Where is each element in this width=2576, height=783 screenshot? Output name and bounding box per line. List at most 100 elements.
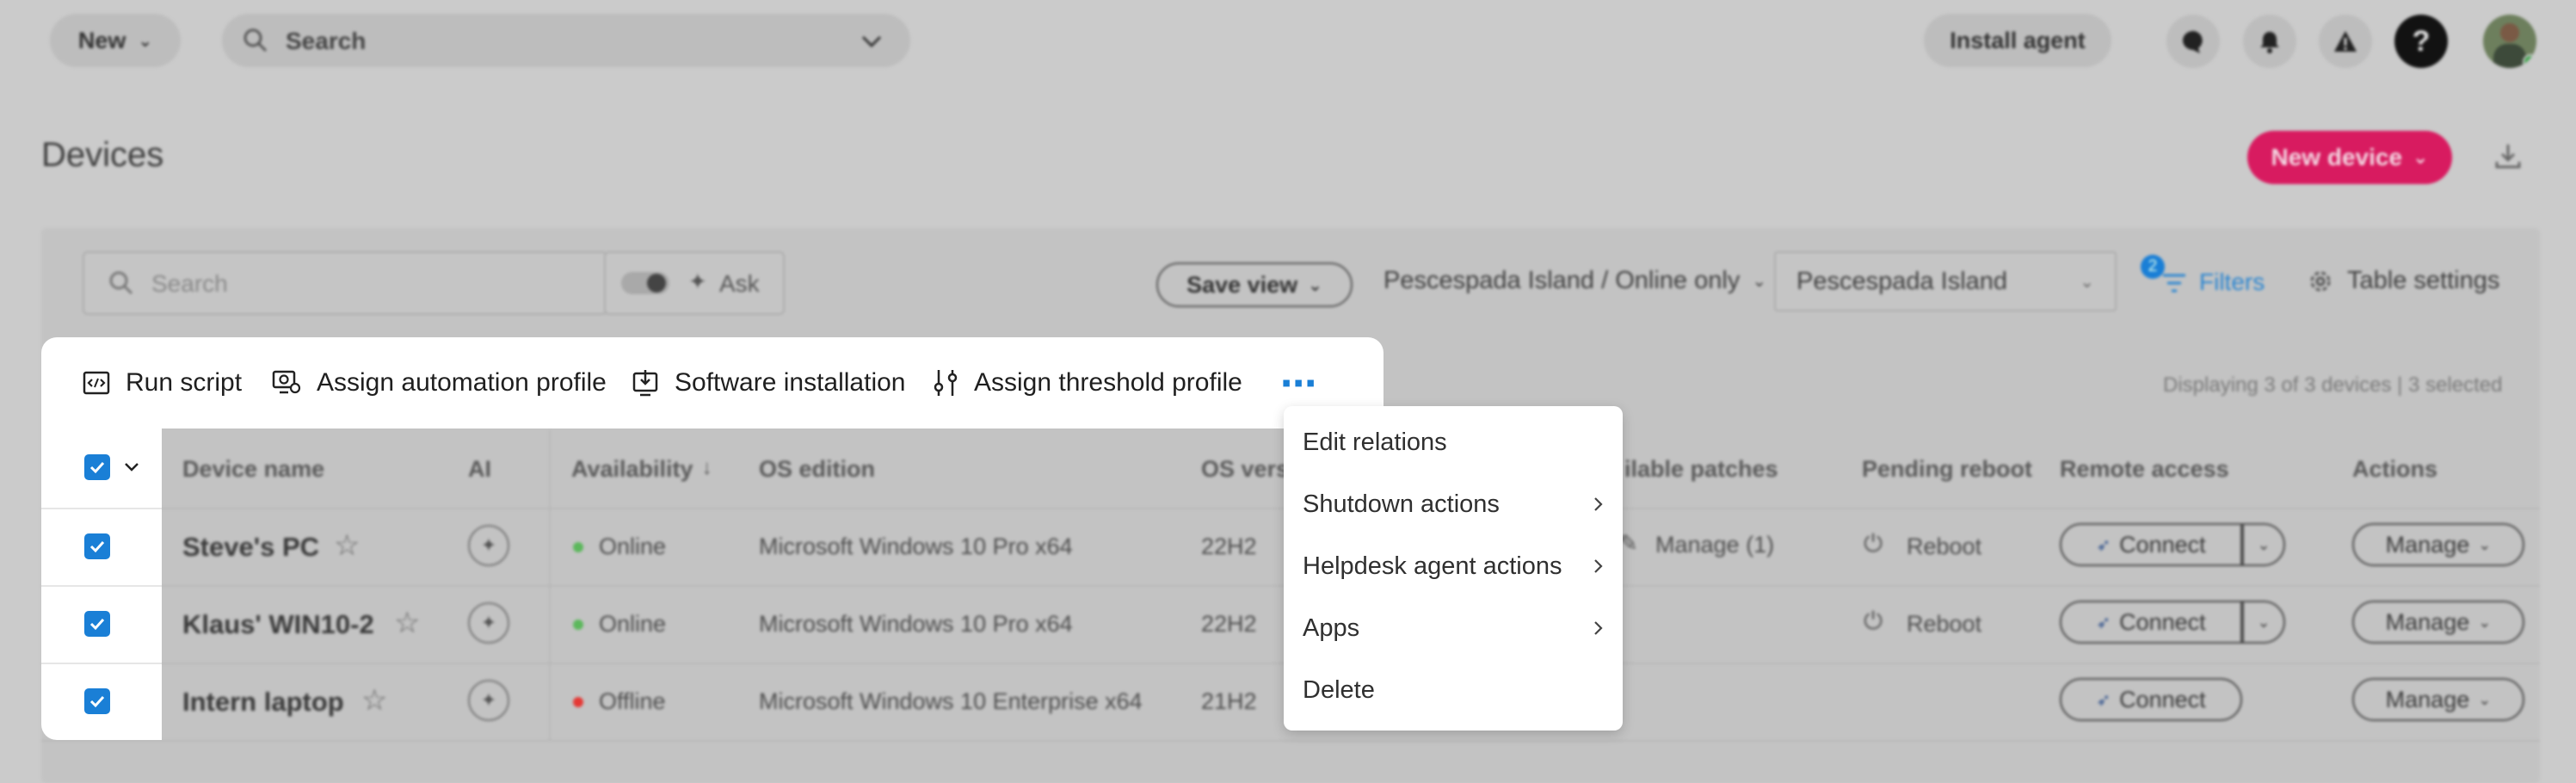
row-divider bbox=[41, 740, 2540, 742]
menu-item-edit-relations[interactable]: Edit relations bbox=[1303, 411, 1604, 473]
header-ai: AI bbox=[468, 456, 491, 482]
manage-label: Manage bbox=[2385, 608, 2470, 635]
table-search-placeholder: Search bbox=[151, 270, 228, 297]
chevron-down-icon: ⌄ bbox=[1752, 272, 1767, 291]
menu-item-shutdown-actions[interactable]: Shutdown actions bbox=[1303, 473, 1604, 535]
software-installation-button[interactable]: Software installation bbox=[632, 337, 905, 428]
status-text: Displaying 3 of 3 devices | 3 selected bbox=[2163, 373, 2503, 397]
ai-toggle[interactable] bbox=[621, 272, 669, 294]
online-status-dot bbox=[573, 620, 583, 630]
alert-icon[interactable] bbox=[2319, 15, 2372, 68]
assign-automation-profile-button[interactable]: Assign automation profile bbox=[272, 337, 607, 428]
header-os-version[interactable]: OS vers bbox=[1201, 456, 1289, 483]
download-icon[interactable] bbox=[2493, 141, 2523, 170]
table-settings-label: Table settings bbox=[2347, 267, 2500, 294]
os-version-value: 22H2 bbox=[1201, 533, 1257, 559]
star-icon[interactable]: ☆ bbox=[361, 683, 387, 718]
header-os-edition[interactable]: OS edition bbox=[759, 456, 875, 483]
new-device-label: New device bbox=[2271, 144, 2403, 170]
ask-box[interactable]: ✦ Ask bbox=[604, 251, 785, 315]
sort-down-icon: ↓ bbox=[701, 456, 712, 479]
install-agent-button[interactable]: Install agent bbox=[1924, 14, 2111, 67]
menu-item-label: Delete bbox=[1303, 675, 1375, 704]
patches-value[interactable]: Manage (1) bbox=[1655, 532, 1774, 558]
header-device-name[interactable]: Device name bbox=[182, 456, 324, 483]
connect-label: Connect bbox=[2119, 608, 2206, 635]
header-availability[interactable]: Availability ↓ bbox=[571, 456, 712, 483]
row-checkbox[interactable] bbox=[84, 611, 110, 637]
sparkle-icon: ✦ bbox=[688, 268, 707, 294]
connect-options-button[interactable]: ⌄ bbox=[2242, 601, 2285, 644]
chevron-down-icon: ⌄ bbox=[138, 31, 153, 51]
star-icon[interactable]: ☆ bbox=[394, 606, 420, 640]
chat-icon[interactable] bbox=[2166, 15, 2220, 68]
connect-button[interactable]: ➶ Connect bbox=[2060, 678, 2242, 721]
os-version-value: 21H2 bbox=[1201, 688, 1257, 714]
ai-sparkle-icon[interactable]: ✦ bbox=[468, 680, 509, 721]
header-available-patches[interactable]: ilable patches bbox=[1624, 456, 1778, 483]
connect-button[interactable]: ➶ Connect bbox=[2060, 601, 2242, 644]
header-pending-reboot[interactable]: Pending reboot bbox=[1862, 456, 2032, 483]
table-settings-button[interactable]: Table settings bbox=[2308, 267, 2499, 295]
new-device-button[interactable]: New device ⌄ bbox=[2247, 131, 2452, 184]
chevron-down-icon: ⌄ bbox=[2080, 272, 2094, 292]
chevron-down-icon[interactable] bbox=[124, 461, 139, 473]
assign-threshold-profile-button[interactable]: Assign threshold profile bbox=[933, 337, 1242, 428]
menu-item-apps[interactable]: Apps bbox=[1303, 597, 1604, 659]
menu-item-label: Helpdesk agent actions bbox=[1303, 552, 1562, 580]
online-status-dot bbox=[573, 542, 583, 552]
menu-item-label: Edit relations bbox=[1303, 428, 1447, 456]
header-availability-label: Availability bbox=[571, 456, 693, 482]
help-icon[interactable]: ? bbox=[2394, 15, 2448, 68]
select-all-checkbox[interactable] bbox=[84, 454, 110, 480]
ai-sparkle-icon[interactable]: ✦ bbox=[468, 602, 509, 644]
software-installation-label: Software installation bbox=[675, 368, 906, 397]
header-remote-access: Remote access bbox=[2060, 456, 2229, 482]
org-selector[interactable]: Pescespada Island ⌄ bbox=[1774, 251, 2117, 311]
manage-button[interactable]: Manage ⌄ bbox=[2352, 678, 2524, 721]
chevron-down-icon: ⌄ bbox=[2257, 613, 2271, 631]
save-view-button[interactable]: Save view ⌄ bbox=[1156, 262, 1353, 307]
new-button[interactable]: New ⌄ bbox=[50, 14, 181, 67]
row-checkbox[interactable] bbox=[84, 533, 110, 559]
connect-options-button[interactable]: ⌄ bbox=[2242, 523, 2285, 566]
row-divider bbox=[41, 663, 162, 664]
avatar[interactable] bbox=[2483, 15, 2536, 68]
table-search[interactable]: Search bbox=[83, 251, 607, 315]
org-selector-label: Pescespada Island bbox=[1796, 267, 2008, 295]
new-label: New bbox=[77, 27, 126, 53]
os-version-value: 22H2 bbox=[1201, 611, 1257, 637]
ai-sparkle-icon[interactable]: ✦ bbox=[468, 525, 509, 566]
chevron-down-icon: ⌄ bbox=[2478, 535, 2492, 553]
chevron-down-icon: ⌄ bbox=[1308, 275, 1322, 295]
device-name[interactable]: Klaus' WIN10-2 bbox=[182, 609, 374, 640]
connect-button[interactable]: ➶ Connect bbox=[2060, 523, 2242, 566]
chevron-down-icon: ⌄ bbox=[2478, 613, 2492, 631]
power-icon: ⏻ bbox=[1864, 607, 1883, 634]
more-actions-menu: Edit relations Shutdown actions Helpdesk… bbox=[1284, 406, 1623, 731]
star-icon[interactable]: ☆ bbox=[334, 528, 360, 563]
manage-button[interactable]: Manage ⌄ bbox=[2352, 523, 2524, 566]
bulk-action-bar: Run script Assign automation profile Sof… bbox=[41, 337, 1384, 428]
menu-item-delete[interactable]: Delete bbox=[1303, 659, 1604, 721]
manage-button[interactable]: Manage ⌄ bbox=[2352, 601, 2524, 644]
chevron-down-icon: ⌄ bbox=[2413, 146, 2429, 168]
filters-button[interactable]: 2 Filters bbox=[2141, 255, 2270, 306]
script-icon bbox=[83, 371, 110, 395]
global-search-placeholder: Search bbox=[286, 28, 367, 54]
run-script-button[interactable]: Run script bbox=[83, 337, 242, 428]
reboot-value[interactable]: Reboot bbox=[1907, 533, 1981, 560]
row-checkbox[interactable] bbox=[84, 688, 110, 714]
install-icon bbox=[632, 370, 658, 397]
view-selector[interactable]: Pescespada Island / Online only ⌄ bbox=[1384, 267, 1766, 295]
global-search[interactable]: Search bbox=[222, 14, 910, 67]
menu-item-helpdesk-agent-actions[interactable]: Helpdesk agent actions bbox=[1303, 535, 1604, 597]
filters-label: Filters bbox=[2199, 268, 2265, 295]
device-name[interactable]: Intern laptop bbox=[182, 687, 344, 718]
reboot-value[interactable]: Reboot bbox=[1907, 611, 1981, 638]
device-name[interactable]: Steve's PC bbox=[182, 532, 319, 563]
remote-icon: ➶ bbox=[2096, 690, 2111, 710]
chevron-down-icon: ⌄ bbox=[2478, 690, 2492, 708]
ask-label: Ask bbox=[719, 270, 760, 297]
bell-icon[interactable] bbox=[2243, 15, 2296, 68]
